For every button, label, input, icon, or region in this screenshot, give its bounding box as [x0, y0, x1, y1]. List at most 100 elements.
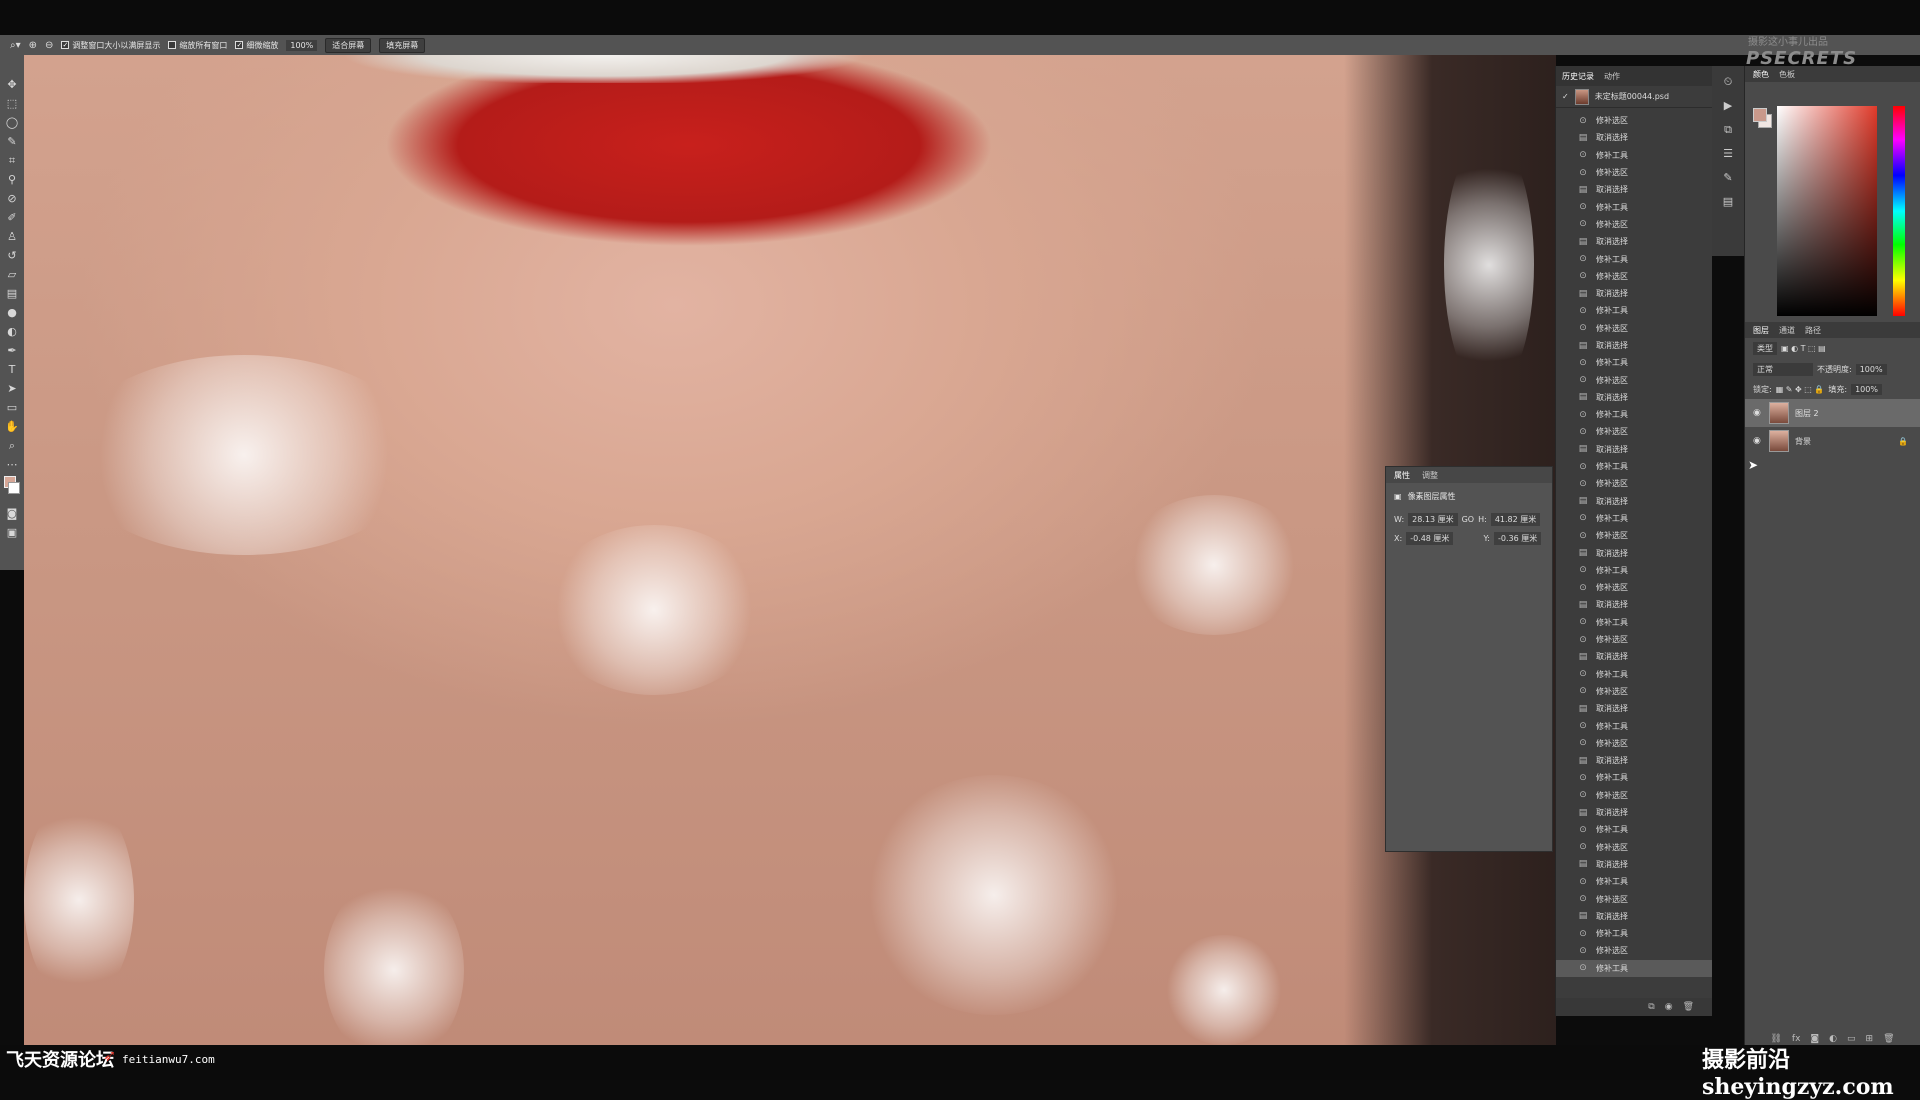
- history-item[interactable]: ⊙ 修补工具: [1556, 458, 1712, 475]
- history-item[interactable]: ⊙ 修补选区: [1556, 631, 1712, 648]
- history-brush-tool-icon[interactable]: ↺: [4, 248, 20, 264]
- link-dimensions-icon[interactable]: GO: [1462, 515, 1475, 524]
- history-panel-icon[interactable]: ⏲: [1720, 74, 1736, 90]
- quick-select-tool-icon[interactable]: ✎: [4, 134, 20, 150]
- history-item[interactable]: ▤ 取消选择: [1556, 908, 1712, 925]
- tab-properties[interactable]: 属性: [1394, 470, 1410, 481]
- history-item[interactable]: ⊙ 修补工具: [1556, 925, 1712, 942]
- history-item[interactable]: ⊙ 修补工具: [1556, 198, 1712, 215]
- history-item[interactable]: ▤ 取消选择: [1556, 441, 1712, 458]
- dodge-tool-icon[interactable]: ◐: [4, 324, 20, 340]
- brush-tool-icon[interactable]: ✐: [4, 210, 20, 226]
- hue-slider[interactable]: [1893, 106, 1905, 316]
- hand-tool-icon[interactable]: ✋: [4, 419, 20, 435]
- history-item[interactable]: ▤ 取消选择: [1556, 648, 1712, 665]
- history-item[interactable]: ⊙ 修补工具: [1556, 302, 1712, 319]
- history-item[interactable]: ▤ 取消选择: [1556, 700, 1712, 717]
- clone-stamp-tool-icon[interactable]: ♙: [4, 229, 20, 245]
- history-item[interactable]: ⊙ 修补工具: [1556, 562, 1712, 579]
- layer-row[interactable]: ◉ 背景 🔒: [1745, 427, 1920, 455]
- history-item[interactable]: ▤ 取消选择: [1556, 181, 1712, 198]
- y-field[interactable]: -0.36 厘米: [1493, 532, 1542, 545]
- layer-row[interactable]: ◉ 图层 2: [1745, 399, 1920, 427]
- history-item[interactable]: ▤ 取消选择: [1556, 544, 1712, 561]
- history-item[interactable]: ⊙ 修补工具: [1556, 510, 1712, 527]
- layer-kind-filter[interactable]: 类型: [1753, 342, 1777, 355]
- history-item[interactable]: ▤ 取消选择: [1556, 285, 1712, 302]
- type-tool-icon[interactable]: T: [4, 362, 20, 378]
- history-item[interactable]: ▤ 取消选择: [1556, 804, 1712, 821]
- clone-source-icon[interactable]: ⧉: [1720, 122, 1736, 138]
- history-item[interactable]: ⊙ 修补工具: [1556, 769, 1712, 786]
- zoom-all-checkbox[interactable]: [168, 41, 177, 49]
- pen-tool-icon[interactable]: ✒: [4, 343, 20, 359]
- history-item[interactable]: ▤ 取消选择: [1556, 856, 1712, 873]
- lasso-tool-icon[interactable]: ◯: [4, 115, 20, 131]
- width-field[interactable]: 28.13 厘米: [1408, 513, 1458, 526]
- tab-adjustments[interactable]: 调整: [1422, 470, 1438, 481]
- history-item[interactable]: ⊙ 修补工具: [1556, 821, 1712, 838]
- fit-screen-button[interactable]: 适合屏幕: [325, 37, 372, 53]
- marquee-tool-icon[interactable]: ⬚: [4, 96, 20, 112]
- history-item[interactable]: ⊙ 修补选区: [1556, 787, 1712, 804]
- actions-play-icon[interactable]: ▶: [1720, 98, 1736, 114]
- history-item[interactable]: ⊙ 修补选区: [1556, 838, 1712, 855]
- opacity-field[interactable]: 100%: [1855, 364, 1887, 375]
- blend-mode-select[interactable]: 正常: [1753, 363, 1813, 376]
- x-field[interactable]: -0.48 厘米: [1406, 532, 1454, 545]
- resize-window-checkbox[interactable]: ✓: [61, 41, 70, 49]
- history-snapshot[interactable]: ✓ 未定标题00044.psd: [1556, 86, 1712, 108]
- lock-icons[interactable]: ▦ ✎ ✥ ⬚ 🔒: [1776, 385, 1825, 394]
- zoom-out-icon[interactable]: ⊖: [45, 40, 53, 51]
- tool-presets-icon[interactable]: ▤: [1720, 194, 1736, 210]
- delete-state-icon[interactable]: 🗑: [1683, 1002, 1694, 1012]
- history-item[interactable]: ▤ 取消选择: [1556, 752, 1712, 769]
- history-item[interactable]: ▤ 取消选择: [1556, 337, 1712, 354]
- path-select-tool-icon[interactable]: ➤: [4, 381, 20, 397]
- tab-actions[interactable]: 动作: [1604, 71, 1620, 82]
- history-item[interactable]: ⊙ 修补选区: [1556, 112, 1712, 129]
- history-item[interactable]: ⊙ 修补工具: [1556, 354, 1712, 371]
- zoom-tool-icon[interactable]: ⌕▾: [10, 40, 21, 51]
- history-item[interactable]: ⊙ 修补工具: [1556, 250, 1712, 267]
- eyedropper-tool-icon[interactable]: ⚲: [4, 172, 20, 188]
- screen-mode-icon[interactable]: ▣: [4, 525, 20, 541]
- history-item[interactable]: ⊙ 修补选区: [1556, 527, 1712, 544]
- crop-tool-icon[interactable]: ⌗: [4, 153, 20, 169]
- history-item[interactable]: ⊙ 修补选区: [1556, 371, 1712, 388]
- tab-channels[interactable]: 通道: [1779, 325, 1795, 336]
- history-item[interactable]: ⊙ 修补工具: [1556, 147, 1712, 164]
- visibility-eye-icon[interactable]: ◉: [1753, 436, 1763, 446]
- history-item[interactable]: ⊙ 修补选区: [1556, 735, 1712, 752]
- history-item[interactable]: ▤ 取消选择: [1556, 233, 1712, 250]
- scrubby-zoom-checkbox[interactable]: ✓: [235, 41, 244, 49]
- history-item[interactable]: ⊙ 修补选区: [1556, 942, 1712, 959]
- color-field[interactable]: [1777, 106, 1877, 316]
- new-document-from-state-icon[interactable]: ⧉: [1648, 1002, 1654, 1012]
- history-item[interactable]: ⊙ 修补选区: [1556, 683, 1712, 700]
- history-item[interactable]: ⊙ 修补工具: [1556, 406, 1712, 423]
- history-item[interactable]: ⊙ 修补选区: [1556, 268, 1712, 285]
- tab-swatches[interactable]: 色板: [1779, 69, 1795, 80]
- healing-brush-tool-icon[interactable]: ⊘: [4, 191, 20, 207]
- history-item[interactable]: ⊙ 修补选区: [1556, 475, 1712, 492]
- quick-mask-icon[interactable]: ◙: [4, 506, 20, 522]
- document-canvas[interactable]: [24, 55, 1556, 1045]
- scrubby-zoom-option[interactable]: ✓ 细微缩放: [235, 40, 278, 51]
- filter-icons[interactable]: ▣ ◐ T ⬚ ▤: [1781, 344, 1826, 353]
- history-item[interactable]: ▤ 取消选择: [1556, 596, 1712, 613]
- history-item[interactable]: ⊙ 修补选区: [1556, 164, 1712, 181]
- history-item[interactable]: ▤ 取消选择: [1556, 389, 1712, 406]
- history-item[interactable]: ⊙ 修补选区: [1556, 890, 1712, 907]
- blur-tool-icon[interactable]: ●: [4, 305, 20, 321]
- tab-color[interactable]: 颜色: [1753, 69, 1769, 80]
- history-item[interactable]: ⊙ 修补工具: [1556, 717, 1712, 734]
- zoom-in-icon[interactable]: ⊕: [29, 40, 37, 51]
- gradient-tool-icon[interactable]: ▤: [4, 286, 20, 302]
- more-tools-icon[interactable]: ⋯: [4, 457, 20, 473]
- brush-settings-icon[interactable]: ✎: [1720, 170, 1736, 186]
- tab-history[interactable]: 历史记录: [1562, 71, 1594, 82]
- background-color-swatch[interactable]: [8, 482, 20, 494]
- zoom-all-option[interactable]: 缩放所有窗口: [168, 40, 227, 51]
- zoom-tool-icon-left[interactable]: ⌕: [4, 438, 20, 454]
